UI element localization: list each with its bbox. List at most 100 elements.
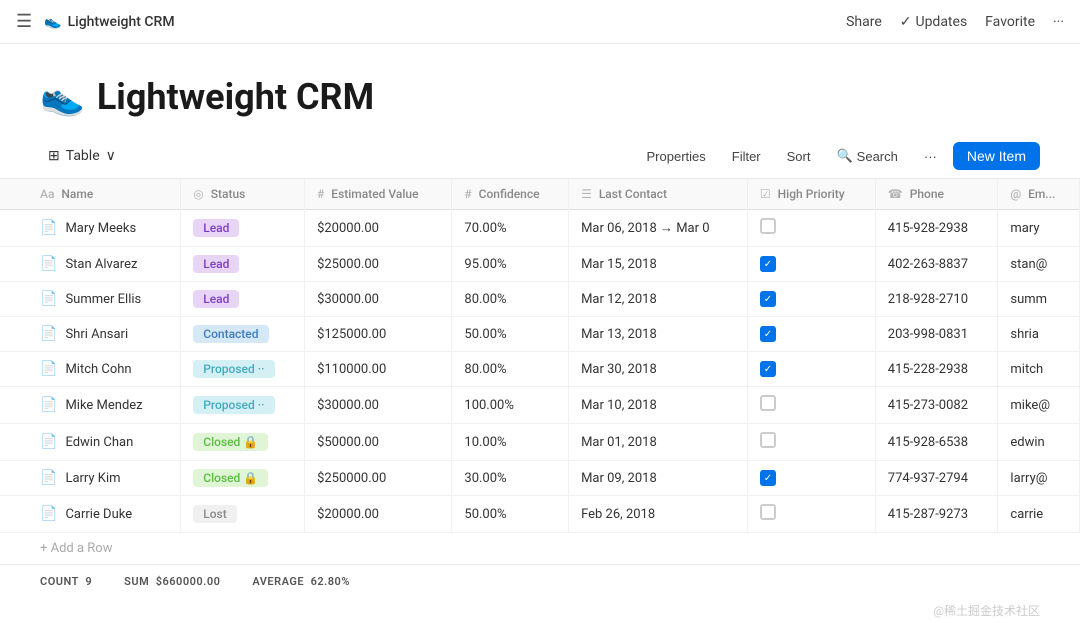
doc-icon: 📄 [40, 326, 57, 342]
topbar-right: Share ✓ Updates Favorite ··· [846, 14, 1064, 30]
cell-last-contact: Feb 26, 2018 [569, 496, 748, 533]
cell-confidence: 100.00% [452, 387, 569, 424]
high-priority-checkbox[interactable]: ✓ [760, 361, 776, 377]
table-row[interactable]: 📄 Edwin Chan Closed 🔒 $50000.00 10.00% M… [0, 424, 1080, 461]
status-badge: Closed 🔒 [193, 469, 268, 487]
doc-icon: 📄 [40, 256, 57, 272]
cell-estimated-value: $110000.00 [305, 352, 452, 387]
name-value: Edwin Chan [65, 435, 133, 450]
table-row[interactable]: 📄 Mary Meeks Lead $20000.00 70.00% Mar 0… [0, 210, 1080, 247]
table-row[interactable]: 📄 Summer Ellis Lead $30000.00 80.00% Mar… [0, 282, 1080, 317]
table-row[interactable]: 📄 Larry Kim Closed 🔒 $250000.00 30.00% M… [0, 461, 1080, 496]
cell-name: 📄 Edwin Chan [0, 424, 181, 461]
properties-label: Properties [647, 149, 706, 164]
doc-icon: 📄 [40, 361, 57, 377]
cell-email: mary [998, 210, 1080, 247]
col-last-contact: ☰ Last Contact [569, 179, 748, 210]
filter-label: Filter [732, 149, 761, 164]
toolbar-right: Properties Filter Sort 🔍 Search ··· New … [637, 142, 1041, 170]
status-badge: Lead [193, 255, 239, 273]
doc-icon: 📄 [40, 434, 57, 450]
high-priority-checkbox[interactable] [760, 218, 776, 234]
share-button[interactable]: Share [846, 14, 882, 30]
table-row[interactable]: 📄 Shri Ansari Contacted $125000.00 50.00… [0, 317, 1080, 352]
cell-last-contact: Mar 01, 2018 [569, 424, 748, 461]
cell-estimated-value: $25000.00 [305, 247, 452, 282]
high-priority-checkbox[interactable]: ✓ [760, 291, 776, 307]
name-value: Shri Ansari [65, 327, 128, 342]
page-title-icon: 👟 [40, 76, 85, 118]
high-priority-checkbox[interactable]: ✓ [760, 326, 776, 342]
cell-last-contact: Mar 10, 2018 [569, 387, 748, 424]
cell-name: 📄 Mary Meeks [0, 210, 181, 247]
cell-confidence: 50.00% [452, 496, 569, 533]
table-row[interactable]: 📄 Carrie Duke Lost $20000.00 50.00% Feb … [0, 496, 1080, 533]
cell-email: summ [998, 282, 1080, 317]
name-value: Mike Mendez [65, 398, 142, 413]
add-row-button[interactable]: + Add a Row [0, 533, 1080, 564]
updates-button[interactable]: ✓ Updates [900, 14, 967, 30]
check-icon: ✓ [900, 14, 912, 30]
status-badge: Contacted [193, 325, 268, 343]
count-value: 9 [85, 575, 92, 588]
table-row[interactable]: 📄 Mike Mendez Proposed ·· $30000.00 100.… [0, 387, 1080, 424]
high-priority-checkbox[interactable] [760, 504, 776, 520]
status-badge: Lead [193, 290, 239, 308]
hamburger-menu[interactable]: ☰ [16, 11, 32, 32]
cell-confidence: 80.00% [452, 352, 569, 387]
status-badge: Lost [193, 505, 236, 523]
footer-sum: SUM $660000.00 [124, 575, 220, 588]
status-badge: Lead [193, 219, 239, 237]
cell-email: mitch [998, 352, 1080, 387]
table-view-button[interactable]: ⊞ Table ∨ [40, 144, 124, 168]
cell-high-priority [747, 387, 875, 424]
count-label: COUNT [40, 575, 79, 588]
col-high-priority: ☑ High Priority [747, 179, 875, 210]
cell-high-priority [747, 210, 875, 247]
high-priority-checkbox[interactable]: ✓ [760, 256, 776, 272]
toolbar-left: ⊞ Table ∨ [40, 144, 629, 168]
cell-name: 📄 Mitch Cohn [0, 352, 181, 387]
filter-button[interactable]: Filter [722, 144, 771, 169]
cell-email: stan@ [998, 247, 1080, 282]
search-label: Search [857, 149, 898, 164]
cell-status: Proposed ·· [181, 387, 305, 424]
new-item-button[interactable]: New Item [953, 142, 1040, 170]
name-value: Mary Meeks [65, 221, 136, 236]
view-label: Table [66, 148, 100, 164]
table-row[interactable]: 📄 Stan Alvarez Lead $25000.00 95.00% Mar… [0, 247, 1080, 282]
cell-high-priority [747, 496, 875, 533]
cell-high-priority: ✓ [747, 461, 875, 496]
favorite-button[interactable]: Favorite [985, 14, 1035, 30]
cell-estimated-value: $30000.00 [305, 282, 452, 317]
sort-button[interactable]: Sort [777, 144, 821, 169]
cell-high-priority: ✓ [747, 247, 875, 282]
table-row[interactable]: 📄 Mitch Cohn Proposed ·· $110000.00 80.0… [0, 352, 1080, 387]
search-button[interactable]: 🔍 Search [826, 143, 907, 169]
cell-phone: 415-928-2938 [875, 210, 998, 247]
cell-status: Lead [181, 210, 305, 247]
more-options-button[interactable]: ··· [1053, 14, 1064, 30]
col-status: ◎ Status [181, 179, 305, 210]
name-value: Larry Kim [65, 471, 120, 486]
high-priority-checkbox[interactable]: ✓ [760, 470, 776, 486]
cell-estimated-value: $30000.00 [305, 387, 452, 424]
cell-phone: 203-998-0831 [875, 317, 998, 352]
col-confidence: # Confidence [452, 179, 569, 210]
topbar: ☰ 👟 Lightweight CRM Share ✓ Updates Favo… [0, 0, 1080, 44]
cell-last-contact: Mar 30, 2018 [569, 352, 748, 387]
more-icon: ··· [924, 149, 937, 164]
cell-last-contact: Mar 13, 2018 [569, 317, 748, 352]
cell-name: 📄 Larry Kim [0, 461, 181, 496]
cell-name: 📄 Carrie Duke [0, 496, 181, 533]
cell-status: Closed 🔒 [181, 424, 305, 461]
cell-phone: 415-273-0082 [875, 387, 998, 424]
high-priority-checkbox[interactable] [760, 432, 776, 448]
table-header-row: Aa Name ◎ Status # Estimated Value # Con… [0, 179, 1080, 210]
col-name: Aa Name [0, 179, 181, 210]
properties-button[interactable]: Properties [637, 144, 716, 169]
high-priority-checkbox[interactable] [760, 395, 776, 411]
more-toolbar-button[interactable]: ··· [914, 144, 947, 169]
cell-status: Proposed ·· [181, 352, 305, 387]
cell-email: carrie [998, 496, 1080, 533]
